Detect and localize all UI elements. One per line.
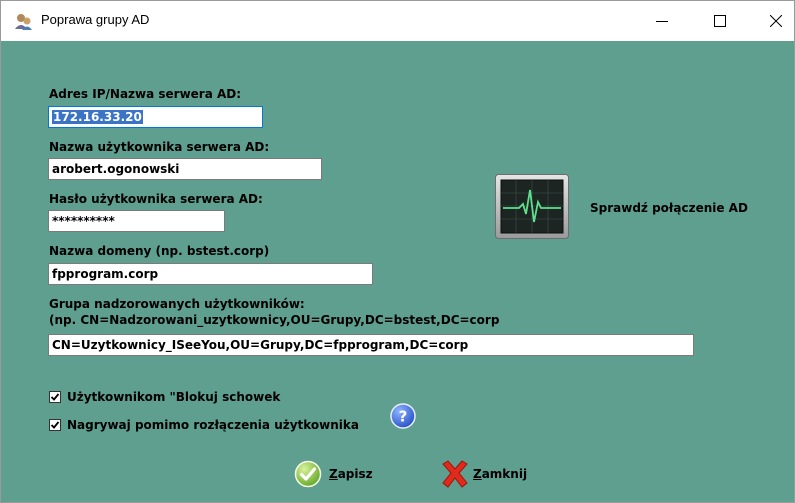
- group-label-line2: (np. CN=Nadzorowani_uzytkownicy,OU=Grupy…: [49, 313, 500, 327]
- save-label: apisz: [337, 467, 373, 481]
- close-label: amknij: [481, 467, 528, 481]
- user-value: arobert.ogonowski: [52, 162, 180, 176]
- block-clipboard-label: Użytkownikom "Blokuj schowek: [67, 390, 281, 404]
- help-icon[interactable]: ?: [390, 403, 416, 429]
- checkmark-icon: [50, 393, 60, 401]
- minimize-icon: [656, 21, 668, 22]
- test-connection-button[interactable]: [495, 174, 569, 239]
- group-value: CN=Uzytkownicy_ISeeYou,OU=Grupy,DC=fppro…: [52, 338, 469, 352]
- password-input[interactable]: **********: [48, 210, 225, 232]
- checkmark-circle-icon: [294, 460, 322, 488]
- group-label-line1: Grupa nadzorowanych użytkowników:: [49, 297, 305, 311]
- server-label: Adres IP/Nazwa serwera AD:: [49, 87, 242, 101]
- group-input[interactable]: CN=Uzytkownicy_ISeeYou,OU=Grupy,DC=fppro…: [48, 334, 694, 356]
- save-accelerator: Z: [329, 467, 338, 481]
- block-clipboard-checkbox[interactable]: [49, 391, 61, 403]
- close-icon: [770, 15, 782, 27]
- test-connection-label[interactable]: Sprawdź połączenie AD: [590, 201, 748, 215]
- domain-input[interactable]: fpprogram.corp: [48, 263, 373, 285]
- window-title: Poprawa grupy AD: [41, 12, 150, 27]
- server-input[interactable]: 172.16.33.20: [48, 106, 263, 128]
- user-input[interactable]: arobert.ogonowski: [48, 158, 322, 180]
- close-accelerator: Z: [473, 467, 482, 481]
- app-icon: [15, 14, 32, 30]
- heartbeat-monitor-icon: [495, 174, 569, 239]
- user-label: Nazwa użytkownika serwera AD:: [49, 140, 270, 154]
- save-button[interactable]: Zapisz: [294, 460, 373, 488]
- checkmark-icon: [50, 421, 60, 429]
- domain-label: Nazwa domeny (np. bstest.corp): [49, 244, 270, 258]
- minimize-button[interactable]: [640, 1, 684, 41]
- svg-text:?: ?: [399, 408, 408, 426]
- dialog-window: Poprawa grupy AD Adres IP/Nazwa serwera …: [0, 0, 795, 503]
- block-clipboard-option[interactable]: Użytkownikom "Blokuj schowek: [49, 390, 280, 404]
- domain-value: fpprogram.corp: [52, 267, 159, 281]
- maximize-icon: [714, 15, 726, 27]
- record-label: Nagrywaj pomimo rozłączenia użytkownika: [67, 418, 359, 432]
- title-bar[interactable]: Poprawa grupy AD: [1, 1, 794, 41]
- close-dialog-button[interactable]: Zamknij: [439, 458, 527, 490]
- password-value: **********: [52, 214, 115, 228]
- red-x-icon: [442, 460, 468, 488]
- record-option[interactable]: Nagrywaj pomimo rozłączenia użytkownika: [49, 418, 359, 432]
- dialog-body: Adres IP/Nazwa serwera AD: 172.16.33.20 …: [1, 41, 794, 502]
- record-checkbox[interactable]: [49, 419, 61, 431]
- password-label: Hasło użytkownika serwera AD:: [49, 192, 263, 206]
- maximize-button[interactable]: [698, 1, 742, 41]
- close-button[interactable]: [754, 1, 795, 41]
- server-value: 172.16.33.20: [52, 110, 143, 124]
